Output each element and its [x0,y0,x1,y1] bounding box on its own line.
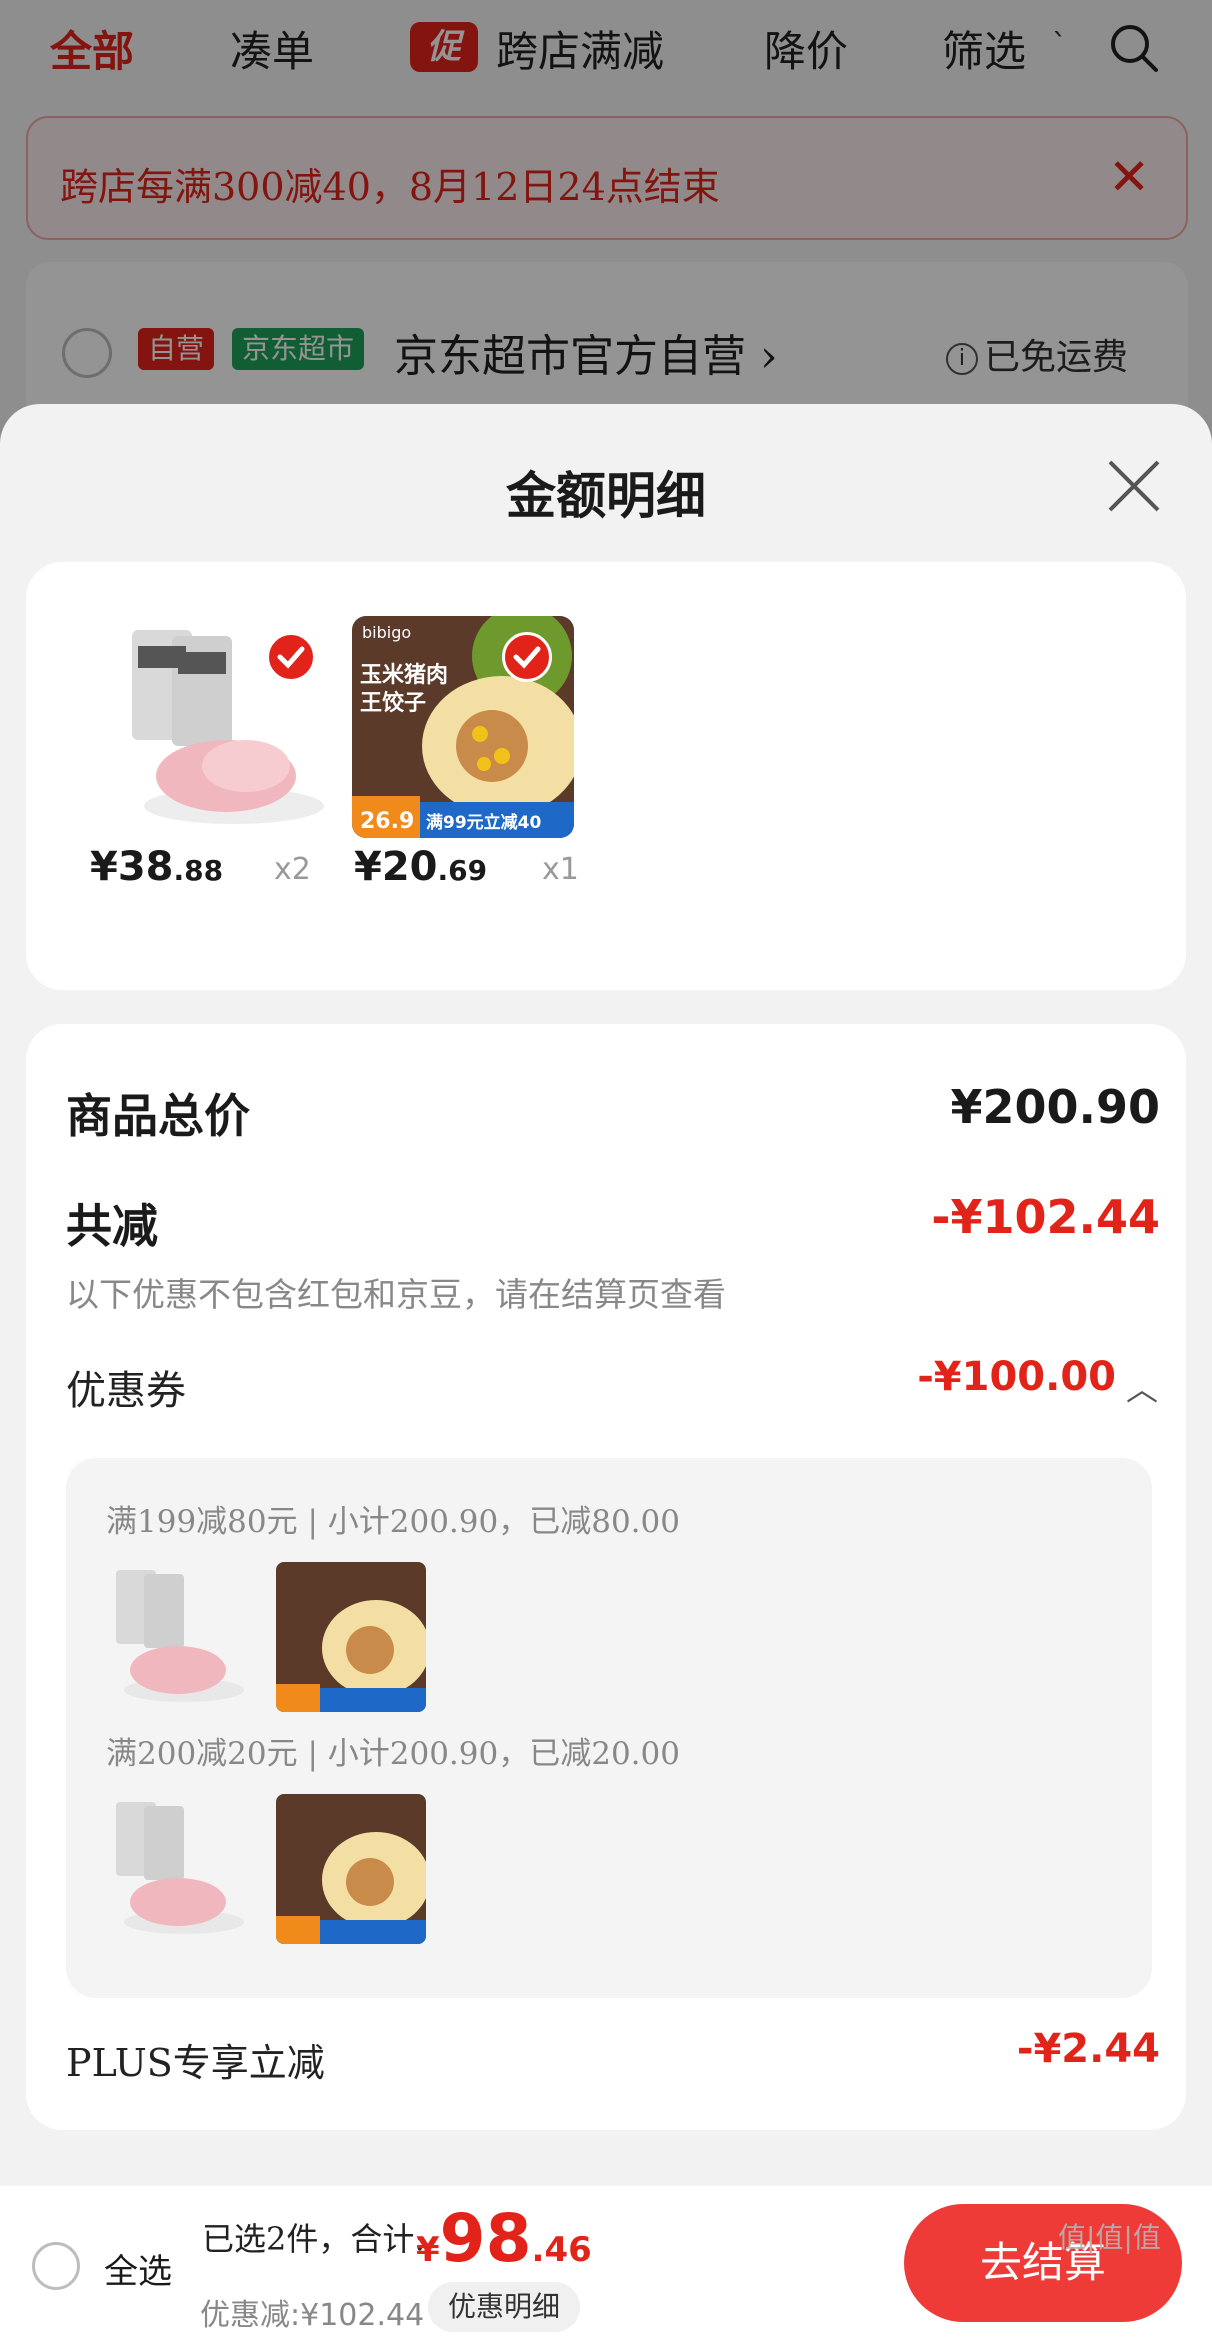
product-image-dumpling[interactable]: bibigo 玉米猪肉 王饺子 26.9 满99元立减40 [352,616,574,838]
checkout-bar: 全选 已选2件，合计: ¥98.46 优惠减:¥102.44 优惠明细 去结算 … [0,2186,1212,2343]
plus-discount-label: PLUS专享立减 [66,2041,325,2085]
selected-summary: 已选2件，合计: [202,2220,426,2258]
plus-discount-value: -¥2.44 [1016,2026,1160,2072]
discount-note: 以下优惠不包含红包和京豆，请在结算页查看 [66,1275,726,1314]
coupon-detail-box: 满199减80元 | 小计200.90，已减80.00 满200减20元 | 小… [66,1458,1152,1998]
sheet-title: 金额明细 [506,466,706,525]
price-decimal: .69 [437,854,488,887]
mini-product-pork [106,1562,256,1712]
product-price: ¥20.69 [354,844,487,890]
selected-products: ¥38.88 x2 bibigo 玉米猪肉 王饺子 26.9 满99元立减40 [26,562,1186,990]
watermark: 值|值|值 [1058,2221,1161,2254]
amount-decimal: .46 [531,2230,592,2270]
currency: ¥ [416,2230,440,2270]
product-price: ¥38.88 [90,844,223,890]
product-image-pork[interactable] [116,616,338,838]
chevron-up-icon[interactable]: ︿ [1126,1364,1158,1410]
select-all-label[interactable]: 全选 [104,2244,172,2293]
discount-detail-button[interactable]: 优惠明细 [428,2282,581,2332]
mini-product-dumpling [276,1794,426,1944]
coupon-value[interactable]: -¥100.00 [917,1354,1116,1400]
svg-text:玉米猪肉: 玉米猪肉 [360,662,448,688]
product-qty: x1 [542,852,579,887]
svg-text:26.9: 26.9 [360,809,414,834]
total-amount: ¥98.46 [416,2200,592,2277]
select-all-radio[interactable] [32,2242,80,2290]
price-integer: ¥20 [354,844,438,890]
price-decimal: .88 [173,854,224,887]
coupon-rule: 满200减20元 | 小计200.90，已减20.00 [106,1736,680,1772]
mini-product-dumpling [276,1562,426,1712]
total-price-value: ¥200.90 [950,1080,1160,1134]
amount-detail-sheet: 金额明细 ¥38.88 x2 bibigo 玉米猪肉 王饺子 26.9 满99元… [0,404,1212,2343]
amount-detail-card: 商品总价 ¥200.90 共减 -¥102.44 以下优惠不包含红包和京豆，请在… [26,1024,1186,2130]
check-icon[interactable] [266,632,316,682]
total-price-label: 商品总价 [66,1089,250,1143]
svg-text:满99元立减40: 满99元立减40 [426,812,541,833]
total-reduce-value: -¥102.44 [931,1190,1160,1244]
check-icon[interactable] [502,632,552,682]
coupon-label: 优惠券 [66,1368,186,1414]
close-icon[interactable] [1104,456,1164,516]
product-qty: x2 [274,852,311,887]
mini-product-pork [106,1794,256,1944]
total-reduce-label: 共减 [66,1199,158,1253]
amount-integer: 98 [439,2200,532,2277]
svg-text:王饺子: 王饺子 [360,690,426,716]
price-integer: ¥38 [90,844,174,890]
coupon-rule: 满199减80元 | 小计200.90，已减80.00 [106,1504,680,1540]
svg-text:bibigo: bibigo [362,623,411,642]
discount-summary: 优惠减:¥102.44 [200,2298,425,2333]
